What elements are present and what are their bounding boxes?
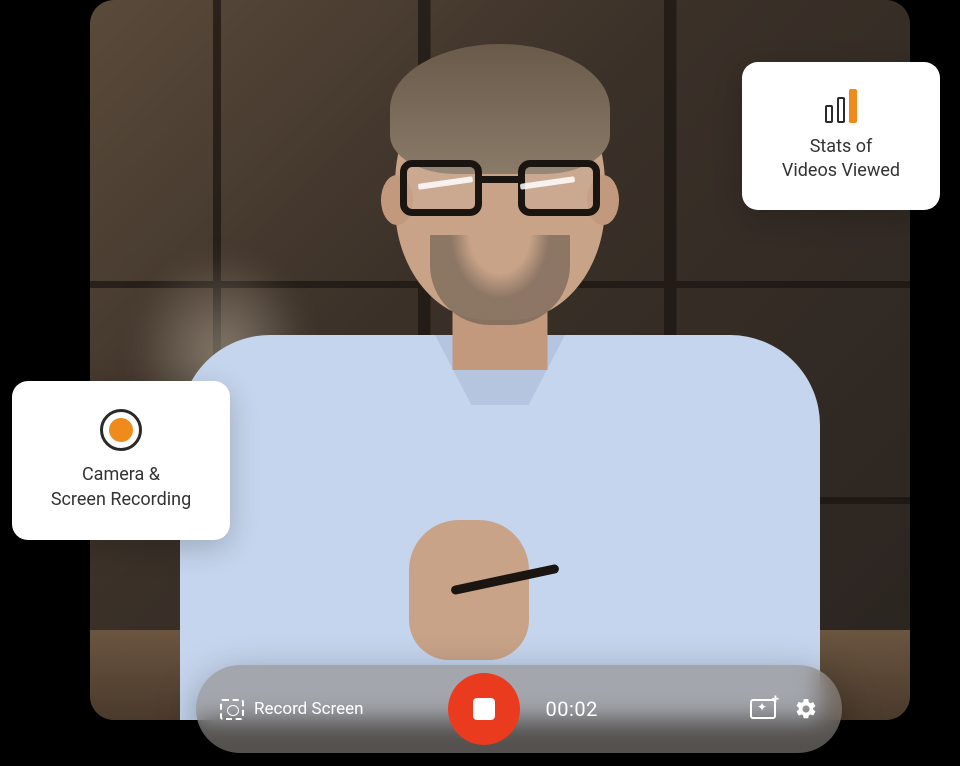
settings-icon[interactable] [794,697,818,721]
camera-recording-card[interactable]: Camera & Screen Recording [12,381,230,540]
recording-timer: 00:02 [546,697,598,721]
record-icon [100,409,142,451]
effects-icon[interactable] [750,699,776,719]
stats-card-label: Stats of Videos Viewed [782,135,900,184]
camera-card-label: Camera & Screen Recording [51,463,191,512]
record-screen-button[interactable]: Record Screen [220,699,364,720]
stop-recording-button[interactable] [448,673,520,745]
presenter [190,50,810,720]
recording-toolbar: Record Screen 00:02 [196,665,842,753]
bar-chart-icon [825,89,857,123]
record-screen-label: Record Screen [254,699,364,719]
stop-icon [473,698,495,720]
stats-card[interactable]: Stats of Videos Viewed [742,62,940,210]
screen-camera-icon [220,699,244,720]
